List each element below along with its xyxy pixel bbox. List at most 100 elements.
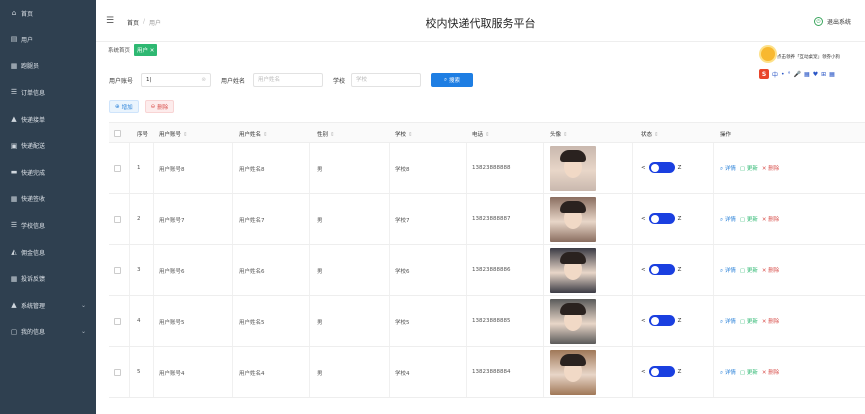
- delete-link[interactable]: ✕ 删除: [762, 215, 779, 224]
- column-header[interactable]: 用户姓名 ⇕: [239, 130, 268, 138]
- column-header[interactable]: 操作: [720, 130, 731, 138]
- detail-link[interactable]: ⌕ 详情: [720, 215, 736, 224]
- toggle-switch[interactable]: [648, 264, 675, 275]
- row-actions: ⌕ 详情 ▢ 更新 ✕ 删除: [720, 317, 779, 326]
- sidebar-item-4[interactable]: ▲ 快递接单: [0, 106, 96, 133]
- sidebar-item-2[interactable]: ▦ 跑腿员: [0, 53, 96, 80]
- sort-icon[interactable]: ⇕: [654, 132, 659, 138]
- sidebar-item-7[interactable]: ▦ 快递签收: [0, 186, 96, 213]
- toggle-switch[interactable]: [648, 366, 675, 377]
- column-header[interactable]: 电话 ⇕: [472, 130, 490, 138]
- column-divider: [543, 143, 544, 193]
- delete-link[interactable]: ✕ 删除: [762, 266, 779, 275]
- detail-link-label: 详情: [724, 319, 736, 325]
- sidebar-item-9[interactable]: ◭ 佣金信息: [0, 239, 96, 266]
- chevron-down-icon[interactable]: ⌄: [81, 302, 86, 309]
- sidebar-item-8[interactable]: ☰ 学校信息: [0, 212, 96, 239]
- sidebar-item-6[interactable]: ▬ 快递完成: [0, 159, 96, 186]
- detail-link[interactable]: ⌕ 详情: [720, 266, 736, 275]
- sidebar-item-0[interactable]: ⌂ 首页: [0, 0, 96, 26]
- delete-link[interactable]: ✕ 删除: [762, 368, 779, 377]
- status-toggle[interactable]: < Z: [641, 264, 681, 275]
- row-checkbox[interactable]: [114, 318, 121, 325]
- user-avatar[interactable]: [550, 146, 596, 191]
- table-row[interactable]: 3 用户账号6 用户姓名6 男学校6 13823888886 < Z ⌕ 详情 ▢ 更新 ✕ 删除: [109, 245, 865, 296]
- sort-icon[interactable]: ⇕: [330, 132, 335, 138]
- sidebar-item-10[interactable]: ▦ 投诉反馈: [0, 265, 96, 292]
- table-row[interactable]: 4 用户账号5 用户姓名5 男学校5 13823888885 < Z ⌕ 详情 ▢ 更新 ✕ 删除: [109, 296, 865, 347]
- sort-icon[interactable]: ⇕: [563, 132, 568, 138]
- table-row[interactable]: 5 用户账号4 用户姓名4 男学校4 13823888884 < Z ⌕ 详情 ▢ 更新 ✕ 删除: [109, 347, 865, 398]
- column-header[interactable]: 用户账号 ⇕: [159, 130, 188, 138]
- table-row[interactable]: 1 用户账号8 用户姓名8 男学校8 13823888888 < Z ⌕ 详情 ▢ 更新 ✕ 删除: [109, 143, 865, 194]
- sidebar: ⌂ 首页 ▤ 用户 ▦ 跑腿员 ☰ 订单信息 ▲ 快递接单 ▣ 快递配送 ▬ 快递完成 ▦ 快递签收 ☰ 学校信息…: [0, 0, 96, 414]
- account-input[interactable]: 1| ⊗: [141, 73, 211, 87]
- column-header[interactable]: 头像 ⇕: [550, 130, 568, 138]
- name-label: 用户姓名: [221, 78, 246, 85]
- sort-icon[interactable]: ⇕: [183, 132, 188, 138]
- sort-icon[interactable]: ⇕: [263, 132, 268, 138]
- avatar-hair: [560, 201, 586, 213]
- chevron-down-icon[interactable]: ⌄: [81, 328, 86, 335]
- logout-button[interactable]: ⏻ 退出系统: [813, 17, 851, 26]
- cell-index: 5: [137, 369, 141, 375]
- sidebar-item-3[interactable]: ☰ 订单信息: [0, 79, 96, 106]
- column-divider: [543, 194, 544, 244]
- user-avatar[interactable]: [550, 197, 596, 242]
- table-row[interactable]: 2 用户账号7 用户姓名7 男学校7 13823888887 < Z ⌕ 详情 ▢ 更新 ✕ 删除: [109, 194, 865, 245]
- detail-link[interactable]: ⌕ 详情: [720, 164, 736, 173]
- update-icon: ▢: [739, 319, 747, 325]
- column-header[interactable]: 性别 ⇕: [317, 130, 335, 138]
- user-avatar[interactable]: [550, 350, 596, 395]
- sort-icon[interactable]: ⇕: [408, 132, 413, 138]
- user-avatar[interactable]: [550, 299, 596, 344]
- row-checkbox[interactable]: [114, 267, 121, 274]
- sidebar-item-12[interactable]: ▢ 我的信息 ⌄: [0, 319, 96, 346]
- delete-link[interactable]: ✕ 删除: [762, 317, 779, 326]
- tab-user-active[interactable]: 用户 ✕: [134, 44, 158, 56]
- sidebar-item-5[interactable]: ▣ 快递配送: [0, 132, 96, 159]
- update-link[interactable]: ▢ 更新: [740, 368, 758, 377]
- toggle-switch[interactable]: [648, 213, 675, 224]
- user-icon: ▤: [10, 35, 18, 44]
- search-button[interactable]: ⌕ 搜索: [431, 73, 473, 87]
- update-link[interactable]: ▢ 更新: [740, 317, 758, 326]
- cell-phone: 13823888885: [472, 318, 511, 324]
- add-button[interactable]: ⊕ 增加: [109, 100, 139, 113]
- column-divider: [713, 143, 714, 193]
- delete-link[interactable]: ✕ 删除: [762, 164, 779, 173]
- sun-mascot-icon[interactable]: [761, 47, 775, 61]
- column-divider: [713, 296, 714, 346]
- tab-home[interactable]: 系统首页: [108, 46, 130, 54]
- delete-button[interactable]: ⊖ 删除: [144, 100, 175, 113]
- detail-link[interactable]: ⌕ 详情: [720, 317, 736, 326]
- name-input[interactable]: 用户姓名: [253, 73, 323, 87]
- toggle-knob: [650, 367, 659, 376]
- school-input[interactable]: 学校: [351, 73, 421, 87]
- status-toggle[interactable]: < Z: [641, 162, 681, 173]
- sidebar-item-1[interactable]: ▤ 用户: [0, 26, 96, 53]
- status-toggle[interactable]: < Z: [641, 366, 681, 377]
- column-divider: [632, 245, 633, 295]
- clear-icon[interactable]: ⊗: [201, 74, 206, 86]
- user-avatar[interactable]: [550, 248, 596, 293]
- column-divider: [153, 194, 154, 244]
- column-divider: [153, 296, 154, 346]
- sort-icon[interactable]: ⇕: [485, 132, 490, 138]
- update-link[interactable]: ▢ 更新: [740, 215, 758, 224]
- row-checkbox[interactable]: [114, 369, 121, 376]
- row-checkbox[interactable]: [114, 165, 121, 172]
- row-checkbox[interactable]: [114, 216, 121, 223]
- toggle-switch[interactable]: [648, 315, 675, 326]
- update-link[interactable]: ▢ 更新: [740, 266, 758, 275]
- detail-link[interactable]: ⌕ 详情: [720, 368, 736, 377]
- select-all-checkbox[interactable]: [114, 130, 121, 137]
- sidebar-item-11[interactable]: ▲ 系统管理 ⌄: [0, 292, 96, 319]
- column-header[interactable]: 学校 ⇕: [395, 130, 413, 138]
- column-header[interactable]: 状态 ⇕: [641, 130, 659, 138]
- status-toggle[interactable]: < Z: [641, 315, 681, 326]
- toggle-switch[interactable]: [648, 162, 675, 173]
- column-header[interactable]: 序号: [137, 130, 148, 138]
- update-link[interactable]: ▢ 更新: [740, 164, 758, 173]
- status-toggle[interactable]: < Z: [641, 213, 681, 224]
